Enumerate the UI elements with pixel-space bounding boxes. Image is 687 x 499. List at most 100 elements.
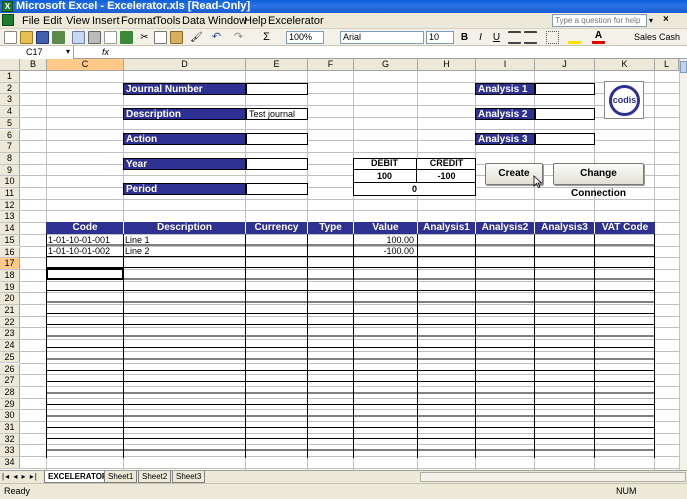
menu-insert[interactable]: Insert — [92, 15, 120, 27]
row-header[interactable]: 26 — [0, 363, 20, 376]
name-box-dropdown-icon[interactable]: ▾ — [66, 47, 70, 56]
row1-description[interactable]: Line 1 — [125, 235, 245, 246]
row-header[interactable]: 5 — [0, 117, 20, 130]
name-box[interactable]: C17 — [0, 46, 74, 59]
underline-button[interactable]: U — [490, 31, 503, 44]
zoom-select[interactable]: 100% — [286, 31, 324, 44]
row-header[interactable]: 6 — [0, 129, 20, 142]
font-size-select[interactable]: 10 — [426, 31, 454, 44]
column-header-l[interactable]: L — [655, 59, 679, 71]
font-color-icon[interactable]: A — [592, 31, 605, 44]
email-icon[interactable] — [72, 31, 85, 44]
analysis2-input[interactable] — [535, 108, 595, 120]
tab-sheet1[interactable]: Sheet1 — [104, 471, 138, 483]
open-icon[interactable] — [20, 31, 33, 44]
row-header[interactable]: 15 — [0, 234, 20, 247]
row-header[interactable]: 24 — [0, 340, 20, 352]
row-header[interactable]: 9 — [0, 164, 20, 177]
menu-format[interactable]: Format — [121, 15, 156, 27]
help-dropdown-icon[interactable]: ▾ — [649, 16, 653, 25]
menu-data[interactable]: Data — [182, 15, 205, 27]
row-header[interactable]: 2 — [0, 82, 20, 95]
paste-icon[interactable] — [170, 31, 183, 44]
column-header-g[interactable]: G — [354, 59, 418, 71]
scroll-thumb[interactable] — [680, 61, 687, 73]
menu-excelerator[interactable]: Excelerator — [268, 15, 324, 27]
tab-sheet2[interactable]: Sheet2 — [138, 471, 172, 483]
workbook-icon[interactable] — [2, 14, 14, 26]
row-header[interactable]: 28 — [0, 386, 20, 399]
align-center-icon[interactable] — [524, 31, 537, 44]
column-header-f[interactable]: F — [308, 59, 354, 71]
change-connection-button[interactable]: Change Connection — [553, 163, 644, 199]
sales-cash-label[interactable]: Sales Cash — [634, 32, 680, 42]
row-header[interactable]: 8 — [0, 152, 20, 165]
description-input[interactable]: Test journal — [246, 108, 308, 120]
print-icon[interactable] — [88, 31, 101, 44]
autosum-icon[interactable]: Σ — [260, 31, 273, 44]
spelling-icon[interactable] — [120, 31, 133, 44]
vertical-scrollbar[interactable] — [679, 59, 687, 470]
row-header[interactable]: 30 — [0, 410, 20, 422]
format-painter-icon[interactable]: 🖌 — [190, 31, 203, 44]
row-header[interactable]: 19 — [0, 281, 20, 294]
tab-scroll-arrows-icon[interactable]: |◂ ◂ ▸ ▸| — [2, 472, 38, 481]
row-header[interactable]: 12 — [0, 199, 20, 212]
tab-sheet3[interactable]: Sheet3 — [172, 471, 206, 483]
tab-excelerator[interactable]: EXCELERATOR — [44, 471, 112, 483]
fx-icon[interactable]: fx — [102, 46, 109, 58]
select-all-corner[interactable] — [0, 59, 20, 71]
italic-button[interactable]: I — [474, 31, 487, 44]
row-header[interactable]: 10 — [0, 176, 20, 188]
row-header[interactable]: 17 — [0, 258, 20, 270]
menu-edit[interactable]: Edit — [43, 15, 62, 27]
row-header[interactable]: 13 — [0, 211, 20, 224]
action-input[interactable] — [246, 133, 308, 145]
row-header[interactable]: 23 — [0, 328, 20, 341]
permission-icon[interactable] — [52, 31, 65, 44]
row-header[interactable]: 21 — [0, 305, 20, 317]
row-header[interactable]: 34 — [0, 457, 20, 469]
redo-icon[interactable]: ↷ — [232, 31, 245, 44]
row-header[interactable]: 3 — [0, 94, 20, 107]
excel-app-icon[interactable]: X — [2, 1, 13, 12]
row-header[interactable]: 16 — [0, 246, 20, 259]
row-header[interactable]: 1 — [0, 71, 20, 83]
column-header-k[interactable]: K — [595, 59, 655, 71]
menu-window[interactable]: Window — [208, 15, 247, 27]
row-header[interactable]: 29 — [0, 398, 20, 411]
new-icon[interactable] — [4, 31, 17, 44]
undo-icon[interactable]: ↶ — [210, 31, 223, 44]
column-header-i[interactable]: I — [476, 59, 535, 71]
row-header[interactable]: 11 — [0, 188, 20, 200]
column-header-h[interactable]: H — [418, 59, 476, 71]
analysis1-input[interactable] — [535, 83, 595, 95]
worksheet-grid[interactable]: B C D E F G H I J K L 1 2 3 4 5 6 7 8 9 10 11 12 13 1… — [0, 59, 679, 470]
row-header[interactable]: 14 — [0, 223, 20, 235]
fill-color-icon[interactable] — [568, 31, 581, 44]
column-header-b[interactable]: B — [20, 59, 47, 71]
menu-tools[interactable]: Tools — [155, 15, 181, 27]
row-header[interactable]: 22 — [0, 316, 20, 329]
journal-lines-area[interactable] — [46, 234, 655, 458]
horizontal-scrollbar[interactable] — [420, 472, 686, 482]
year-input[interactable] — [246, 158, 308, 170]
font-name-select[interactable]: Arial — [340, 31, 424, 44]
copy-icon[interactable] — [154, 31, 167, 44]
row1-value[interactable]: 100.00 — [354, 235, 414, 246]
row-header[interactable]: 33 — [0, 445, 20, 458]
row-header[interactable]: 32 — [0, 433, 20, 446]
align-left-icon[interactable] — [508, 31, 521, 44]
column-header-j[interactable]: J — [535, 59, 595, 71]
row-header[interactable]: 31 — [0, 422, 20, 434]
period-input[interactable] — [246, 183, 308, 195]
journal-number-input[interactable] — [246, 83, 308, 95]
save-icon[interactable] — [36, 31, 49, 44]
menu-view[interactable]: View — [66, 15, 90, 27]
row2-description[interactable]: Line 2 — [125, 246, 245, 257]
row2-code[interactable]: 1-01-10-01-002 — [48, 246, 123, 257]
row-header[interactable]: 7 — [0, 141, 20, 153]
column-header-c[interactable]: C — [47, 59, 124, 71]
close-workbook-icon[interactable]: × — [663, 14, 669, 25]
row-header[interactable]: 25 — [0, 351, 20, 364]
